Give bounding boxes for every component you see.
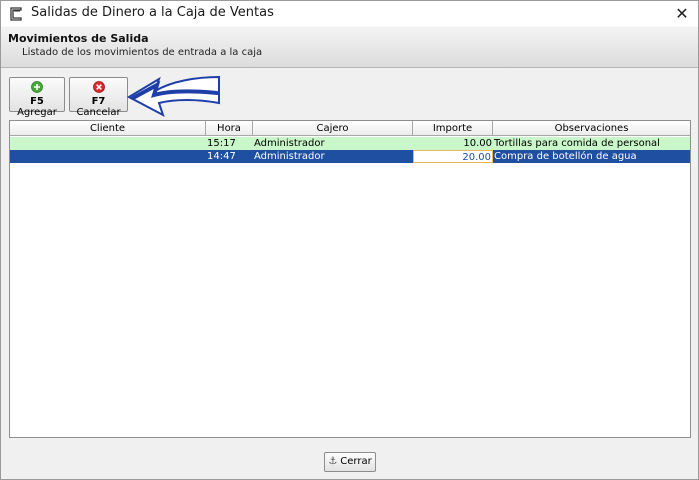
close-icon: ✕ [675,4,689,23]
cerrar-button[interactable]: ⚓ Cerrar [324,452,376,472]
column-header-importe[interactable]: Importe [413,121,493,136]
window-title: Salidas de Dinero a la Caja de Ventas [31,5,274,20]
cell-cliente [10,137,206,150]
app-icon [10,7,22,21]
cell-cajero: Administrador [254,138,325,149]
add-icon [31,81,43,93]
cancelar-label: Cancelar [76,107,121,118]
window-close-button[interactable]: ✕ [666,1,698,27]
table-header: Cliente Hora Cajero Importe Observacione… [10,121,690,136]
cell-observaciones: Tortillas para comida de personal [494,138,660,149]
cell-cajero: Administrador [254,151,325,162]
cell-hora: 15:17 [207,138,236,149]
cell-hora: 14:47 [207,151,236,162]
cell-importe: 10.00 [463,138,492,149]
agregar-label: Agregar [17,107,57,118]
title-bar: Salidas de Dinero a la Caja de Ventas ✕ [1,1,698,27]
movements-table[interactable]: Cliente Hora Cajero Importe Observacione… [9,120,691,438]
cell-observaciones: Compra de botellón de agua [494,151,637,162]
cerrar-label: Cerrar [340,456,372,467]
annotation-arrow-icon [127,75,220,118]
cancelar-shortcut: F7 [91,96,106,107]
cancel-icon [92,81,105,93]
cell-cliente [10,150,206,163]
anchor-icon: ⚓ [328,456,338,467]
column-header-cajero[interactable]: Cajero [253,121,413,136]
header-title: Movimientos de Salida [8,32,149,45]
cancelar-button[interactable]: F7 Cancelar [69,77,128,118]
column-header-observaciones[interactable]: Observaciones [493,121,690,136]
agregar-shortcut: F5 [30,96,44,107]
header-panel: Movimientos de Salida Listado de los mov… [1,28,698,68]
table-row[interactable]: 15:17 Administrador 10.00 Tortillas para… [10,137,690,150]
agregar-button[interactable]: F5 Agregar [9,77,65,118]
dialog-window: Salidas de Dinero a la Caja de Ventas ✕ … [0,0,699,480]
header-subtitle: Listado de los movimientos de entrada a … [22,47,263,58]
column-header-hora[interactable]: Hora [206,121,253,136]
column-header-cliente[interactable]: Cliente [10,121,206,136]
table-row-selected[interactable]: 14:47 Administrador 20.00 Compra de bote… [10,150,690,163]
cell-importe-focused[interactable]: 20.00 [413,150,493,163]
